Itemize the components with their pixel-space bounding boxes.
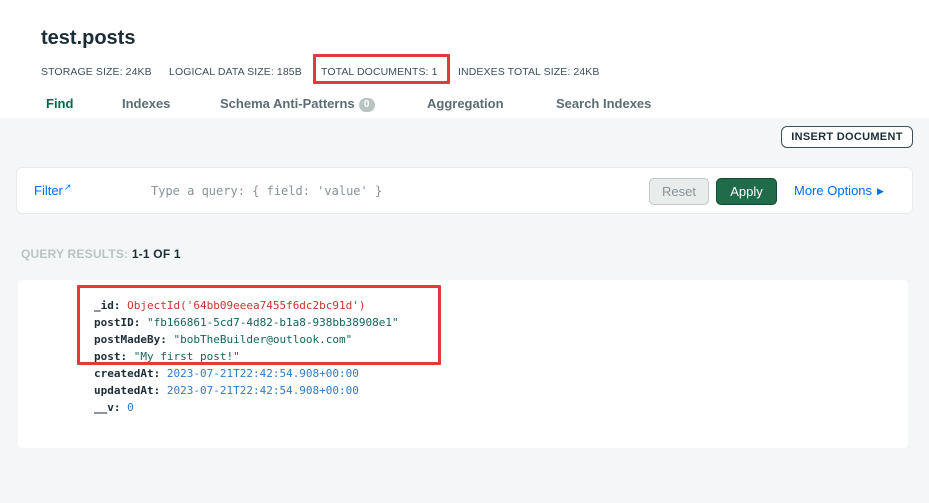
collection-header: test.posts STORAGE SIZE: 24KB LOGICAL DA… — [0, 0, 929, 118]
field-value: 0 — [127, 401, 134, 414]
collection-tabs: Find Indexes Schema Anti-Patterns 0 Aggre… — [0, 96, 929, 118]
stat-label: INDEXES TOTAL SIZE: — [458, 66, 571, 78]
filter-input[interactable] — [151, 181, 631, 201]
external-link-icon: ↗ — [63, 182, 72, 192]
stat-indexes-total-size: INDEXES TOTAL SIZE: 24KB — [458, 66, 600, 78]
apply-button[interactable]: Apply — [716, 178, 777, 205]
filter-label: Filter — [34, 183, 63, 198]
page-title: test.posts — [41, 27, 136, 49]
more-options-label: More Options — [794, 183, 873, 198]
field-key: createdAt: — [94, 367, 161, 380]
reset-button[interactable]: Reset — [649, 178, 709, 205]
stat-value: 24KB — [125, 66, 152, 78]
tab-indexes[interactable]: Indexes — [122, 96, 170, 111]
highlight-box-total-documents — [313, 54, 450, 84]
tab-search-indexes[interactable]: Search Indexes — [556, 96, 651, 111]
tab-schema-anti-patterns[interactable]: Schema Anti-Patterns 0 — [220, 96, 375, 112]
field-key: __v: — [94, 401, 121, 414]
stat-label: LOGICAL DATA SIZE: — [169, 66, 274, 78]
tab-find[interactable]: Find — [46, 96, 73, 111]
document-field: createdAt: 2023-07-21T22:42:54.908+00:00 — [94, 365, 399, 382]
filter-link[interactable]: Filter↗ — [34, 182, 71, 198]
stat-label: STORAGE SIZE: — [41, 66, 123, 78]
field-key: updatedAt: — [94, 384, 161, 397]
results-label: QUERY RESULTS: — [21, 247, 129, 261]
caret-right-icon: ▶ — [877, 186, 884, 196]
results-count: 1-1 OF 1 — [131, 247, 181, 261]
document-field: __v: 0 — [94, 399, 399, 416]
stat-storage-size: STORAGE SIZE: 24KB — [41, 66, 152, 78]
field-value: 2023-07-21T22:42:54.908+00:00 — [166, 367, 359, 380]
stat-value: 185B — [276, 66, 302, 78]
tab-aggregation[interactable]: Aggregation — [427, 96, 504, 111]
highlight-box-document-fields — [77, 285, 441, 365]
query-bar: Filter↗ Reset Apply More Options ▶ — [16, 167, 913, 214]
insert-document-button[interactable]: INSERT DOCUMENT — [781, 126, 913, 148]
tab-label: Schema Anti-Patterns — [220, 96, 355, 111]
document-field: updatedAt: 2023-07-21T22:42:54.908+00:00 — [94, 382, 399, 399]
more-options-link[interactable]: More Options ▶ — [794, 183, 884, 198]
stat-logical-data-size: LOGICAL DATA SIZE: 185B — [169, 66, 302, 78]
field-value: 2023-07-21T22:42:54.908+00:00 — [166, 384, 359, 397]
query-results-summary: QUERY RESULTS: 1-1 OF 1 — [21, 247, 181, 261]
stat-value: 24KB — [573, 66, 600, 78]
count-badge: 0 — [358, 98, 375, 112]
